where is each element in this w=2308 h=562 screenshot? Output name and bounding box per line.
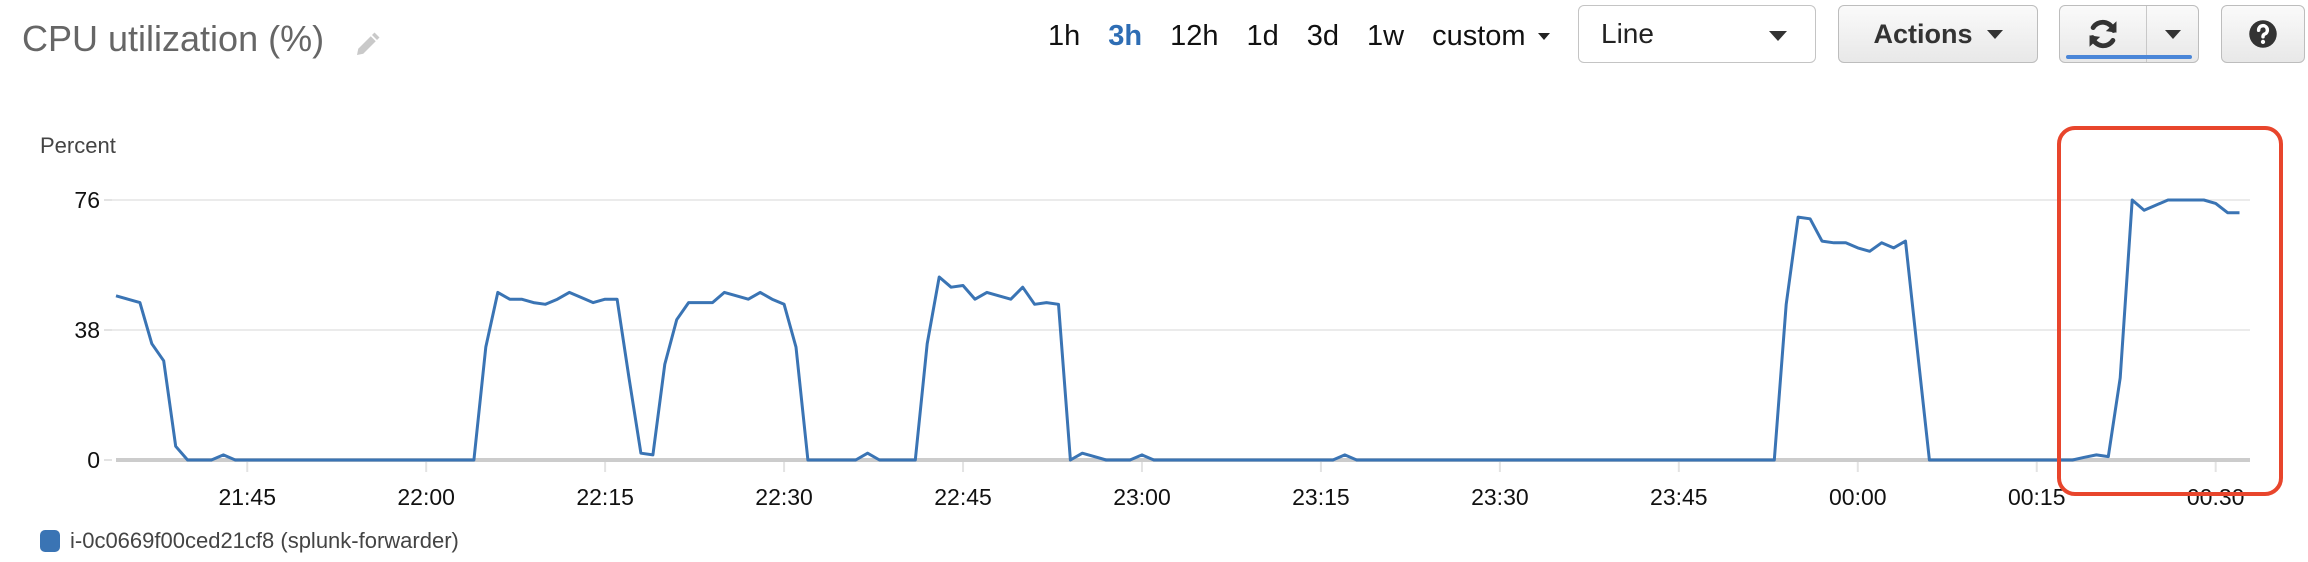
legend-label[interactable]: i-0c0669f00ced21cf8 (splunk-forwarder) [70,528,459,554]
x-tick-label: 23:00 [1113,484,1171,510]
x-tick-label: 23:15 [1292,484,1350,510]
x-tick-label: 00:15 [2008,484,2066,510]
y-tick-label: 76 [74,187,100,213]
legend: i-0c0669f00ced21cf8 (splunk-forwarder) [40,528,459,554]
y-tick-label: 38 [74,317,100,343]
x-tick-label: 22:00 [397,484,455,510]
x-tick-label: 23:30 [1471,484,1529,510]
x-tick-label: 00:30 [2187,484,2245,510]
cpu-line-chart: 0 38 76 21:45 22:00 22:15 22:30 22:45 23:00 23:15… [74,187,2250,510]
x-tick-label: 22:45 [934,484,992,510]
x-tick-label: 21:45 [218,484,276,510]
x-tick-label: 22:30 [755,484,813,510]
x-tick-label: 23:45 [1650,484,1708,510]
y-tick-label: 0 [87,447,100,473]
x-tick-label: 00:00 [1829,484,1887,510]
legend-swatch[interactable] [40,530,60,552]
x-tick-label: 22:15 [576,484,634,510]
